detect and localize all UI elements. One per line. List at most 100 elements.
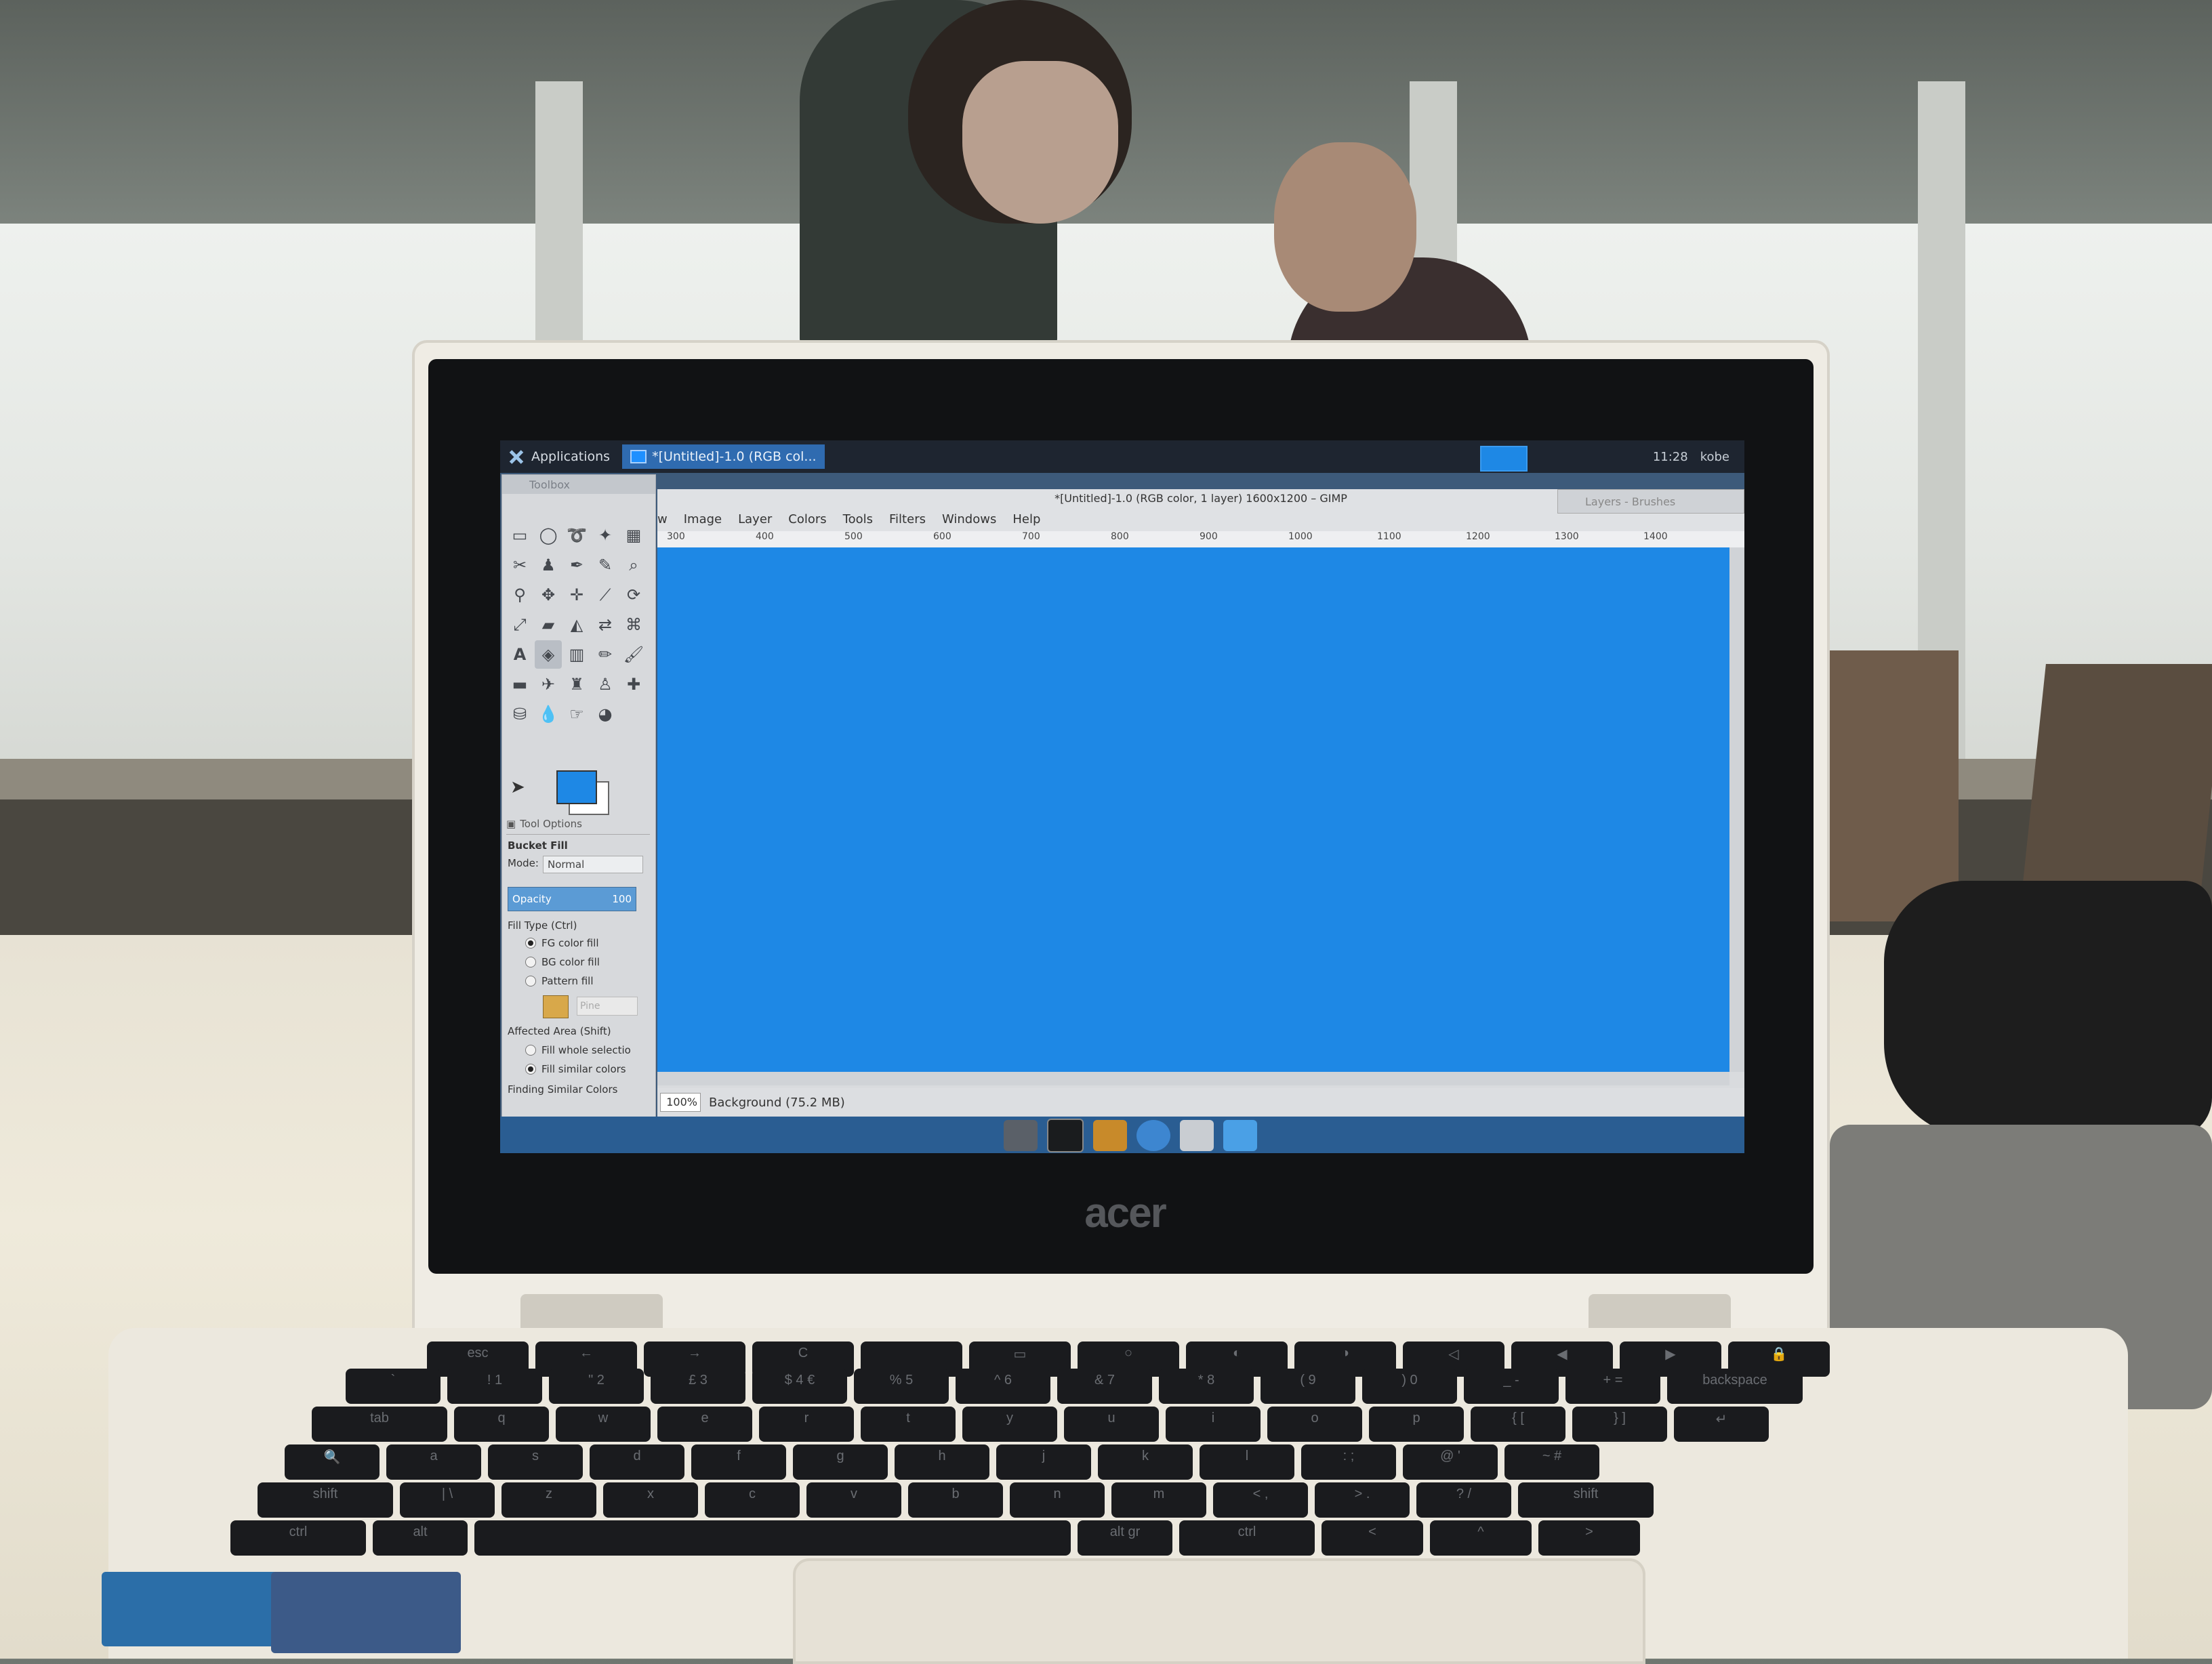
pencil-icon[interactable]: ✏ xyxy=(592,640,619,669)
user-name[interactable]: kobe xyxy=(1700,450,1729,464)
perspective-clone-icon[interactable]: ⛁ xyxy=(506,700,533,728)
blur-icon[interactable]: 💧 xyxy=(535,700,562,728)
app-finder-icon[interactable] xyxy=(1180,1120,1214,1151)
keyboard-key[interactable]: > . xyxy=(1315,1482,1410,1518)
keyboard-key[interactable]: ^ 6 xyxy=(956,1369,1050,1404)
menu-item[interactable]: Colors xyxy=(788,512,826,526)
scissors-icon[interactable]: ✂ xyxy=(506,551,533,579)
file-manager-icon[interactable] xyxy=(1093,1120,1127,1151)
keyboard-key[interactable]: t xyxy=(861,1407,956,1442)
keyboard-key[interactable]: v xyxy=(806,1482,901,1518)
keyboard-key[interactable]: $ 4 € xyxy=(752,1369,847,1404)
opacity-slider[interactable]: Opacity 100 xyxy=(508,887,636,911)
keyboard-key[interactable]: alt xyxy=(373,1520,468,1556)
menu-item[interactable]: Filters xyxy=(889,512,926,526)
measure-icon[interactable]: ⚲ xyxy=(506,581,533,609)
keyboard-key[interactable]: " 2 xyxy=(549,1369,644,1404)
layers-dock-title[interactable]: Layers - Brushes xyxy=(1557,489,1744,514)
affected-whole-selection[interactable]: Fill whole selectio xyxy=(525,1044,631,1056)
free-select-icon[interactable]: ➰ xyxy=(563,521,590,549)
keyboard-key[interactable]: h xyxy=(895,1444,989,1480)
pattern-swatch[interactable] xyxy=(543,995,569,1018)
clock[interactable]: 11:28 xyxy=(1653,450,1688,464)
flip-icon[interactable]: ⇄ xyxy=(592,610,619,639)
pointer-icon[interactable]: ➤ xyxy=(510,777,525,797)
keyboard-key[interactable]: a xyxy=(386,1444,481,1480)
cage-icon[interactable]: ⌘ xyxy=(620,610,647,639)
text-icon[interactable]: A xyxy=(506,640,533,669)
keyboard-key[interactable]: & 7 xyxy=(1057,1369,1152,1404)
smudge-icon[interactable]: ☞ xyxy=(563,700,590,728)
shear-icon[interactable]: ▰ xyxy=(535,610,562,639)
keyboard-key[interactable]: + = xyxy=(1565,1369,1660,1404)
keyboard-key[interactable]: ( 9 xyxy=(1261,1369,1355,1404)
paths-icon[interactable]: ✒ xyxy=(563,551,590,579)
keyboard-key[interactable]: £ 3 xyxy=(651,1369,745,1404)
keyboard-key[interactable]: < xyxy=(1322,1520,1423,1556)
keyboard-key[interactable]: n xyxy=(1010,1482,1105,1518)
blend-icon[interactable]: ▥ xyxy=(563,640,590,669)
keyboard-key[interactable]: > xyxy=(1538,1520,1640,1556)
keyboard-key[interactable]: ! 1 xyxy=(447,1369,542,1404)
keyboard-key[interactable]: ↵ xyxy=(1674,1407,1769,1442)
zoom-icon[interactable]: ⌕ xyxy=(620,551,647,579)
tool-options-tab[interactable]: ▣ Tool Options xyxy=(506,814,650,835)
desktop-icon[interactable] xyxy=(1004,1120,1038,1151)
browser-icon[interactable] xyxy=(1136,1120,1170,1151)
keyboard-key[interactable]: } ] xyxy=(1572,1407,1667,1442)
keyboard-key[interactable]: ` xyxy=(346,1369,441,1404)
keyboard-key[interactable]: % 5 xyxy=(854,1369,949,1404)
fill-type-fg[interactable]: FG color fill xyxy=(525,937,599,949)
keyboard-key[interactable]: j xyxy=(996,1444,1091,1480)
terminal-icon[interactable] xyxy=(1047,1119,1084,1152)
keyboard-key[interactable]: e xyxy=(657,1407,752,1442)
keyboard-key[interactable]: _ - xyxy=(1464,1369,1559,1404)
keyboard-key[interactable]: ctrl xyxy=(1179,1520,1315,1556)
keyboard-key[interactable]: { [ xyxy=(1471,1407,1565,1442)
keyboard-key[interactable]: m xyxy=(1111,1482,1206,1518)
image-canvas[interactable] xyxy=(657,547,1729,1072)
dodge-burn-icon[interactable]: ◕ xyxy=(592,700,619,728)
touchpad[interactable] xyxy=(793,1558,1645,1664)
menu-item[interactable]: Image xyxy=(684,512,722,526)
keyboard-key[interactable]: alt gr xyxy=(1078,1520,1172,1556)
keyboard-key[interactable]: s xyxy=(488,1444,583,1480)
keyboard-key[interactable]: w xyxy=(556,1407,651,1442)
crop-icon[interactable]: ⟋ xyxy=(592,581,619,609)
mode-dropdown[interactable]: Normal xyxy=(543,856,643,873)
keyboard-key[interactable]: @ ' xyxy=(1403,1444,1498,1480)
keyboard-key[interactable]: p xyxy=(1369,1407,1464,1442)
keyboard-key[interactable]: d xyxy=(590,1444,684,1480)
pattern-name[interactable]: Pine xyxy=(577,997,638,1016)
menu-item[interactable]: Help xyxy=(1012,512,1040,526)
menu-item[interactable]: w xyxy=(657,512,668,526)
keyboard-key[interactable]: ctrl xyxy=(230,1520,366,1556)
keyboard-key[interactable]: l xyxy=(1200,1444,1294,1480)
keyboard-key[interactable]: 🔍 xyxy=(285,1444,380,1480)
keyboard-key[interactable]: ? / xyxy=(1416,1482,1511,1518)
eraser-icon[interactable]: ▬ xyxy=(506,670,533,699)
keyboard-key[interactable]: : ; xyxy=(1301,1444,1396,1480)
keyboard-key[interactable]: ) 0 xyxy=(1362,1369,1457,1404)
zoom-field[interactable]: 100% xyxy=(660,1093,701,1112)
keyboard-key[interactable]: shift xyxy=(258,1482,393,1518)
scale-icon[interactable]: ⤢ xyxy=(506,610,533,639)
keyboard-key[interactable]: c xyxy=(705,1482,800,1518)
keyboard-key[interactable]: g xyxy=(793,1444,888,1480)
keyboard-key[interactable]: backspace xyxy=(1667,1369,1803,1404)
keyboard-key[interactable]: ~ # xyxy=(1504,1444,1599,1480)
affected-similar-colors[interactable]: Fill similar colors xyxy=(525,1063,626,1075)
workspace-switcher[interactable] xyxy=(1480,446,1528,472)
keyboard-key[interactable]: i xyxy=(1166,1407,1261,1442)
ellipse-select-icon[interactable]: ◯ xyxy=(535,521,562,549)
ink-icon[interactable]: ♜ xyxy=(563,670,590,699)
heal-icon[interactable]: ✚ xyxy=(620,670,647,699)
align-icon[interactable]: ✛ xyxy=(563,581,590,609)
keyboard-key[interactable]: u xyxy=(1064,1407,1159,1442)
color-select-icon[interactable]: ▦ xyxy=(620,521,647,549)
menu-item[interactable]: Tools xyxy=(843,512,873,526)
bucket-fill-icon[interactable]: ◈ xyxy=(535,640,562,669)
foreground-select-icon[interactable]: ♟ xyxy=(535,551,562,579)
keyboard-key[interactable]: < , xyxy=(1213,1482,1308,1518)
keyboard-key[interactable]: q xyxy=(454,1407,549,1442)
